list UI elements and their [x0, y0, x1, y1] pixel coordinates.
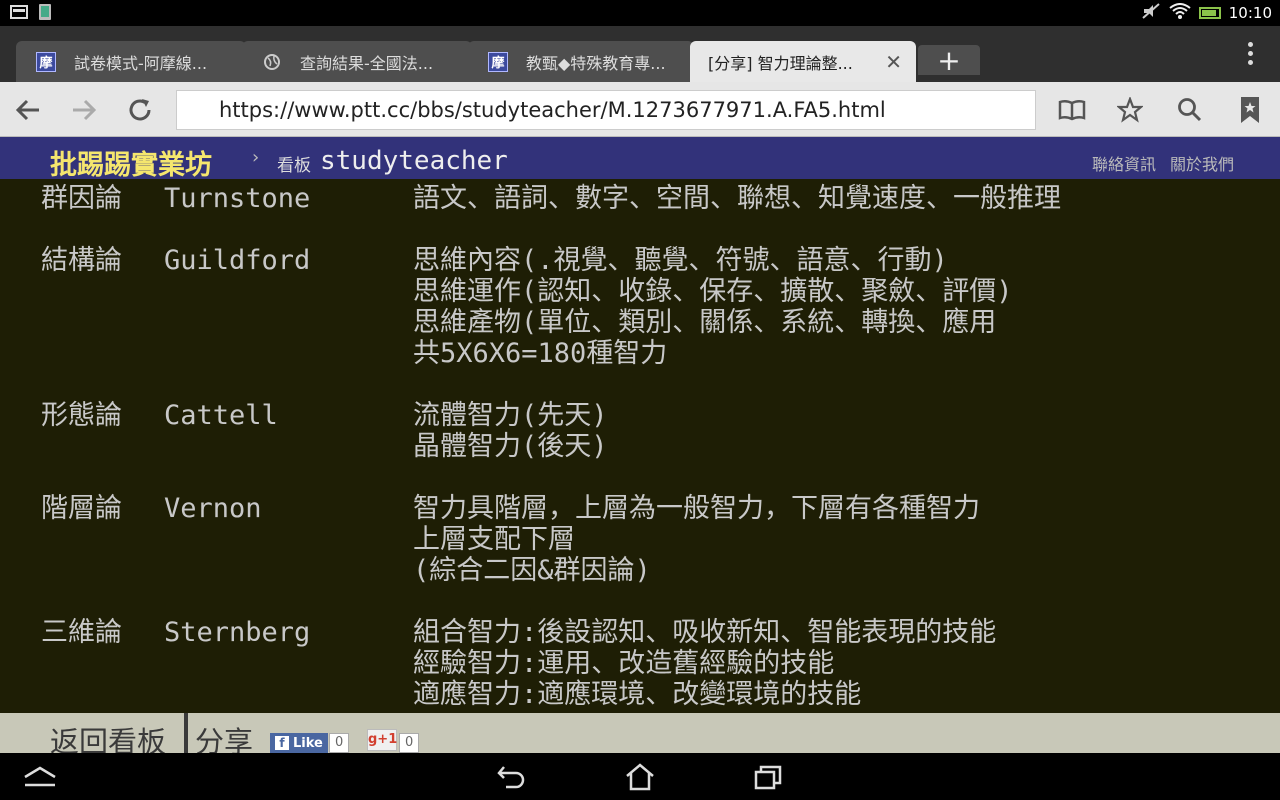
reload-icon[interactable]: [122, 92, 158, 128]
ptt-logo-link[interactable]: 批踢踢實業坊: [50, 143, 212, 182]
theory-line: 經驗智力:運用、改造舊經驗的技能: [413, 648, 835, 679]
gallery-notification-icon: [10, 4, 28, 20]
nav-recents-icon[interactable]: [748, 761, 788, 793]
screenshot-notification-icon: [38, 4, 56, 20]
theory-line: 適應智力:適應環境、改變環境的技能: [413, 679, 862, 710]
article-content: 群因論 Turnstone 語文、語詞、數字、空間、聯想、知覺速度、一般推理 結…: [0, 179, 1280, 713]
facebook-like-button[interactable]: f Like: [270, 733, 328, 753]
google-plus-button[interactable]: g+1: [367, 729, 397, 751]
moe-icon: 摩: [488, 51, 508, 72]
nav-collapse-icon[interactable]: [20, 761, 60, 793]
theory-line: 流體智力(先天): [413, 400, 608, 431]
facebook-like-label: Like: [293, 735, 323, 751]
board-name-link[interactable]: studyteacher: [320, 146, 508, 176]
back-icon[interactable]: [10, 92, 46, 128]
theory-name: 結構論: [41, 245, 122, 276]
back-to-board-button[interactable]: 返回看板: [50, 719, 166, 753]
theory-line: 智力具階層，上層為一般智力，下層有各種智力: [413, 493, 980, 524]
about-link[interactable]: 關於我們: [1170, 151, 1234, 175]
theory-line: 共5X6X6=180種智力: [413, 338, 668, 369]
status-bar: 10:10: [0, 0, 1280, 26]
facebook-like-count: 0: [329, 733, 350, 753]
theory-person: Guildford: [164, 245, 311, 276]
theory-line: 思維運作(認知、收錄、保存、擴散、聚斂、評價): [413, 276, 1013, 307]
nav-back-icon[interactable]: [492, 761, 532, 793]
search-icon[interactable]: [1172, 92, 1208, 128]
theory-name: 階層論: [41, 493, 122, 524]
contact-link[interactable]: 聯絡資訊: [1092, 151, 1156, 175]
theory-name: 形態論: [41, 400, 122, 431]
theory-line: (綜合二因&群因論): [413, 555, 651, 586]
wifi-icon: [1169, 3, 1191, 23]
theory-name: 三維論: [41, 617, 122, 648]
theory-line: 晶體智力(後天): [413, 431, 608, 462]
tab-title: 教甄◆特殊教育專...: [526, 53, 666, 73]
tab-title: 查詢結果-全國法...: [300, 53, 434, 73]
breadcrumb-separator: ›: [252, 147, 260, 168]
facebook-icon: f: [275, 736, 289, 750]
mute-icon: [1141, 3, 1161, 23]
forward-icon[interactable]: [66, 92, 102, 128]
tab-title: [分享] 智力理論整...: [708, 53, 853, 73]
action-divider: [184, 713, 188, 753]
theory-person: Cattell: [164, 400, 278, 431]
theory-person: Sternberg: [164, 617, 311, 648]
theory-person: Turnstone: [164, 183, 311, 214]
ptt-header: 批踢踢實業坊 › 看板 studyteacher 聯絡資訊 關於我們: [0, 137, 1280, 182]
theory-name: 群因論: [41, 183, 122, 214]
close-tab-icon[interactable]: ✕: [885, 50, 902, 74]
tab-active[interactable]: [分享] 智力理論整... ✕: [690, 41, 916, 82]
nav-home-icon[interactable]: [620, 761, 660, 793]
browser-tab-strip: 摩 試卷模式-阿摩線... 查詢結果-全國法... 摩 教甄◆特殊教育專... …: [0, 26, 1280, 82]
new-tab-button[interactable]: +: [918, 44, 980, 77]
bookmark-star-icon[interactable]: [1112, 92, 1148, 128]
theory-line: 組合智力:後設認知、吸收新知、智能表現的技能: [413, 617, 997, 648]
article-action-bar: 返回看板 分享 f Like 0 g+1 0: [0, 713, 1280, 753]
theory-line: 思維產物(單位、類別、關係、系統、轉換、應用: [413, 307, 997, 338]
browser-toolbar: https://www.ptt.cc/bbs/studyteacher/M.12…: [0, 82, 1280, 137]
status-time: 10:10: [1228, 4, 1272, 22]
url-bar[interactable]: https://www.ptt.cc/bbs/studyteacher/M.12…: [176, 90, 1036, 130]
tab-2[interactable]: 查詢結果-全國法...: [242, 41, 472, 82]
android-nav-bar: [0, 753, 1280, 800]
tab-3[interactable]: 摩 教甄◆特殊教育專...: [468, 41, 694, 82]
globe-icon: [262, 52, 282, 72]
theory-line: 語文、語詞、數字、空間、聯想、知覺速度、一般推理: [413, 183, 1061, 214]
moe-icon: 摩: [36, 51, 56, 72]
theory-line: 思維內容(.視覺、聽覺、符號、語意、行動): [413, 245, 948, 276]
reader-mode-icon[interactable]: [1054, 92, 1090, 128]
menu-icon[interactable]: [1248, 42, 1254, 69]
tab-1[interactable]: 摩 試卷模式-阿摩線...: [16, 41, 246, 82]
tab-title: 試卷模式-阿摩線...: [74, 53, 208, 73]
share-label: 分享: [195, 725, 254, 753]
theory-person: Vernon: [164, 493, 262, 524]
board-label: 看板: [277, 156, 311, 176]
battery-icon: [1198, 7, 1221, 19]
theory-line: 上層支配下層: [413, 524, 575, 555]
google-plus-count: 0: [399, 733, 420, 753]
bookmarks-icon[interactable]: [1232, 92, 1268, 128]
